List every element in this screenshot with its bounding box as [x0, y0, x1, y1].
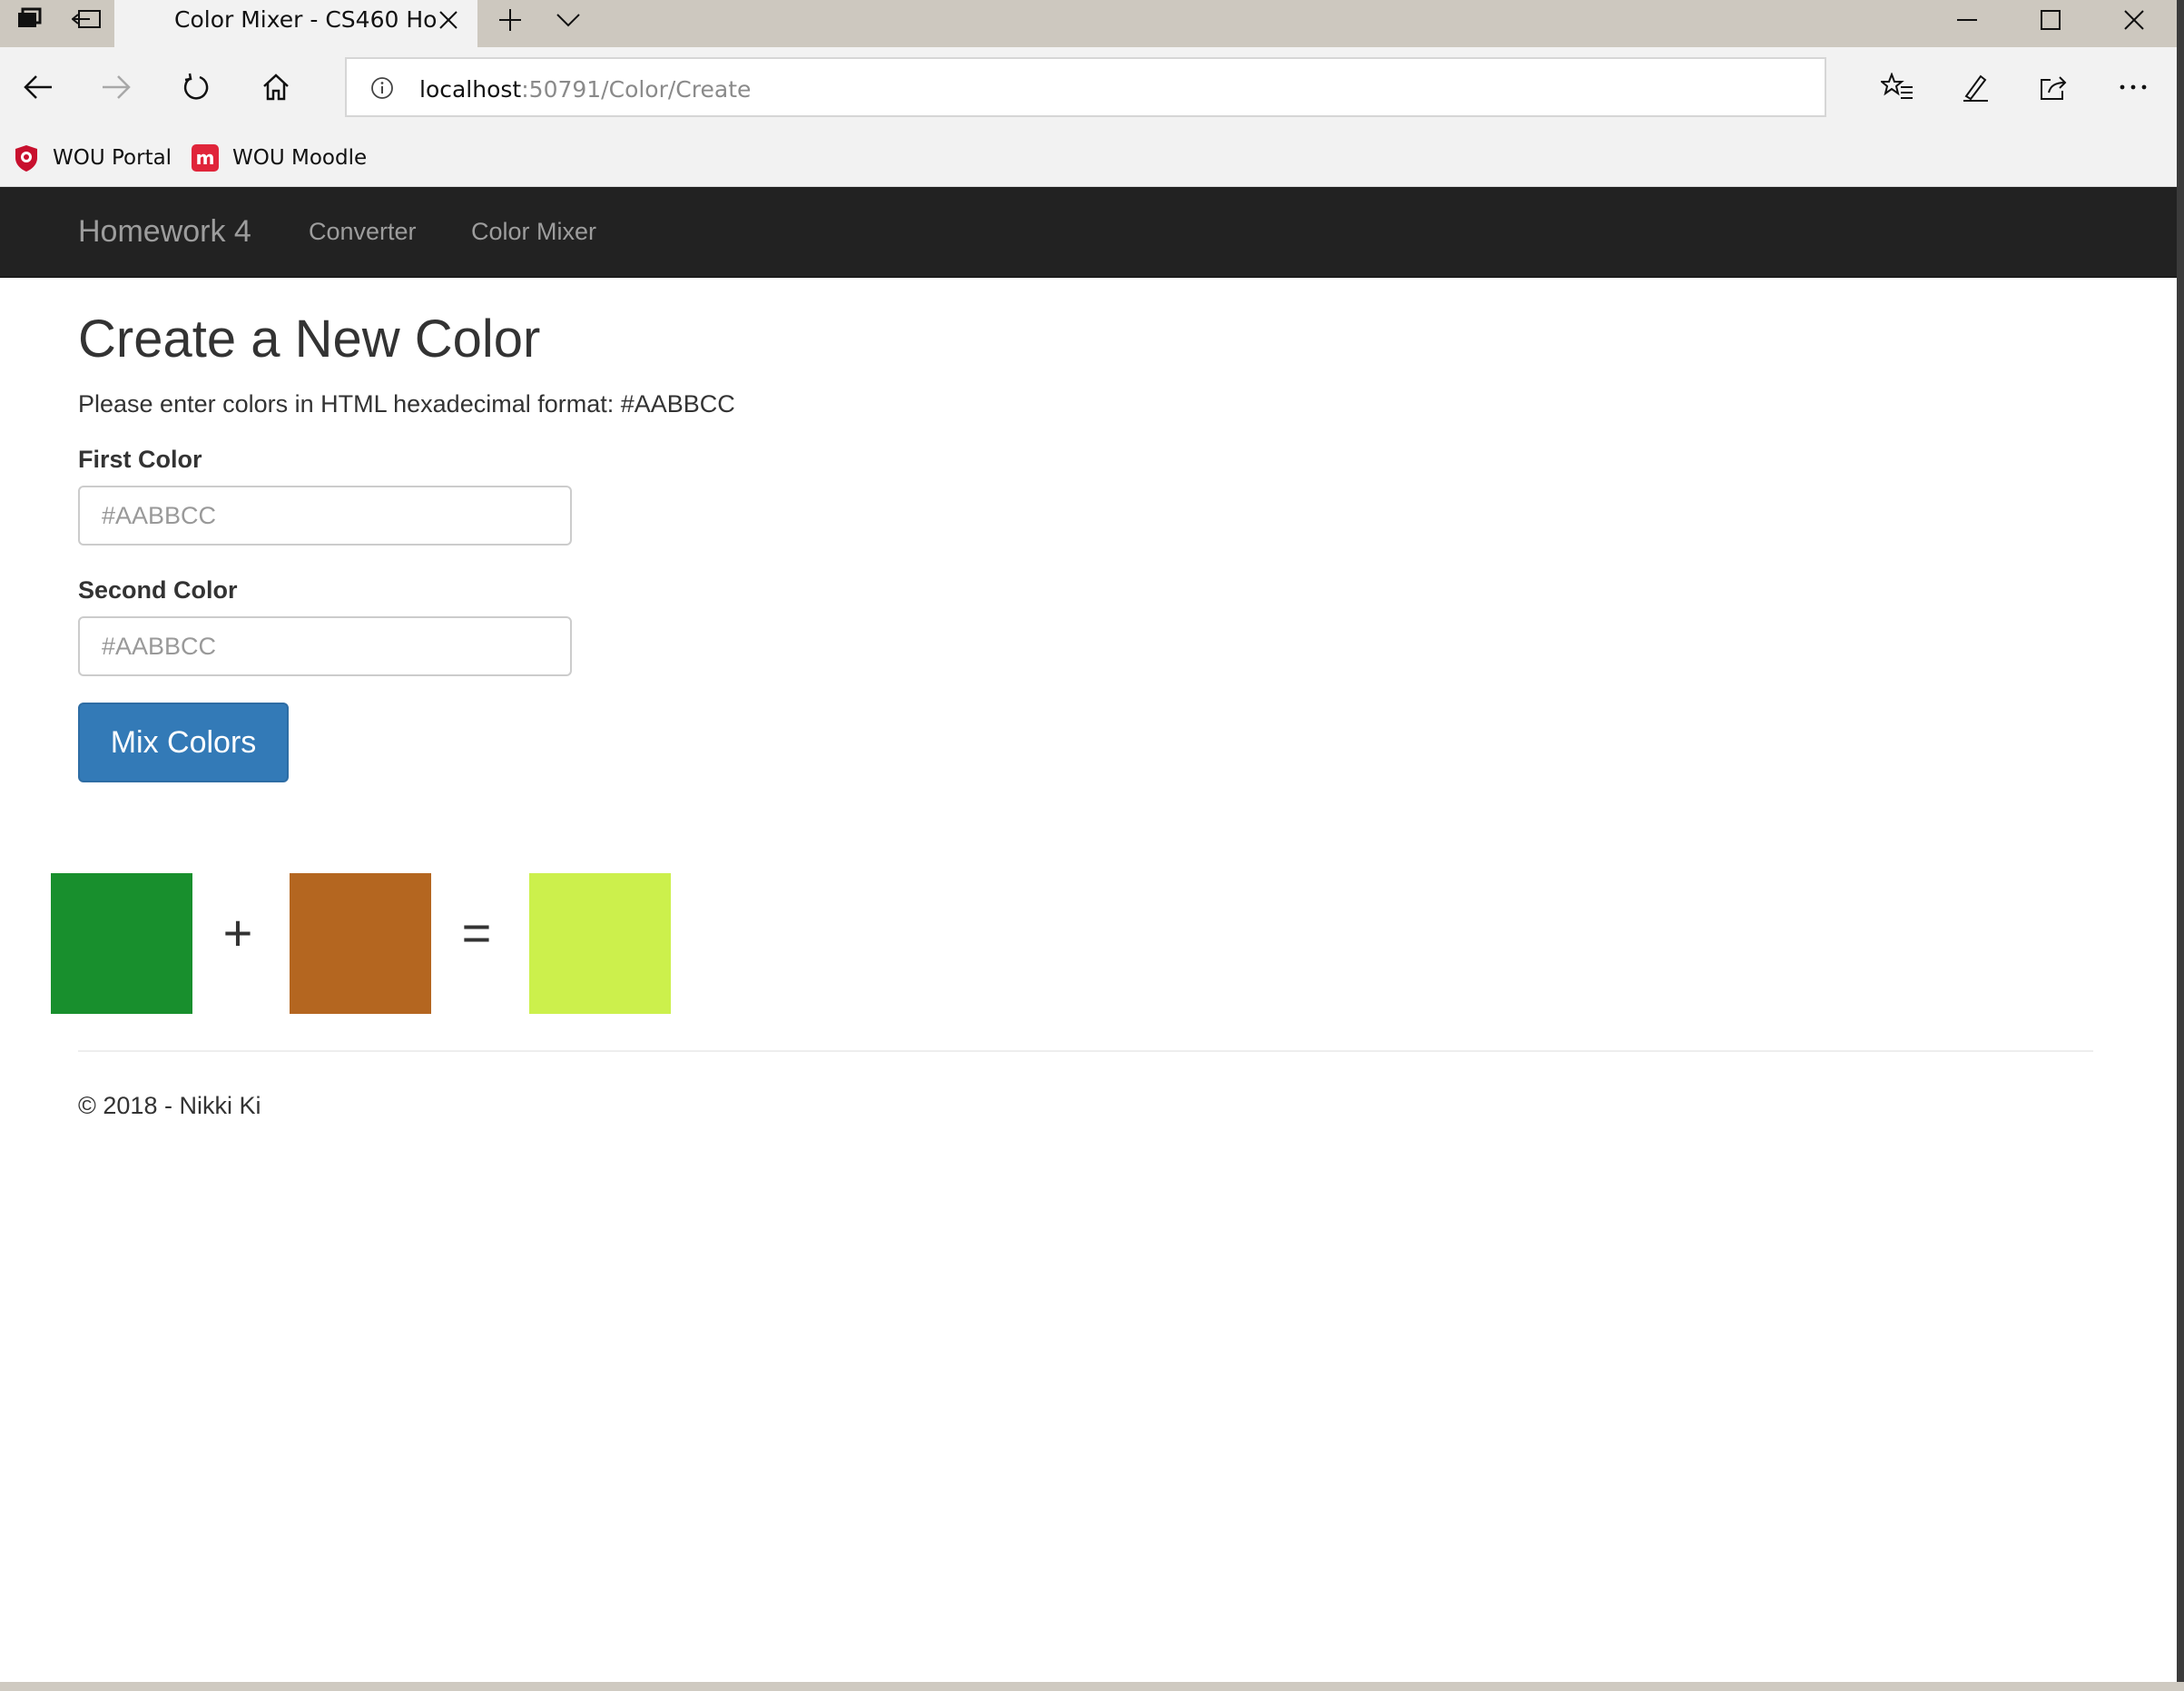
navbar-brand[interactable]: Homework 4 — [78, 214, 251, 250]
divider — [78, 1050, 2093, 1052]
footer-text: © 2018 - Nikki Ki — [78, 1092, 261, 1119]
window-edge-bottom — [0, 1682, 2184, 1691]
window-edge-right — [2177, 0, 2184, 1691]
plus-sign: + — [222, 904, 253, 961]
first-color-swatch — [51, 873, 192, 1014]
url-path: :50791/Color/Create — [521, 76, 752, 103]
svg-text:m: m — [196, 147, 215, 169]
more-icon[interactable] — [2108, 62, 2159, 113]
result-color-swatch — [529, 873, 671, 1014]
favorite-wou-moodle[interactable]: m WOU Moodle — [191, 142, 367, 174]
back-icon[interactable] — [13, 62, 64, 113]
favorites-icon[interactable] — [1872, 62, 1923, 113]
refresh-icon[interactable] — [171, 62, 221, 113]
url-text: localhost:50791/Color/Create — [419, 76, 751, 103]
favorite-label: WOU Portal — [53, 146, 172, 170]
tab-strip: Color Mixer - CS460 Ho — [0, 0, 2177, 47]
first-color-input[interactable] — [78, 486, 572, 546]
maximize-icon[interactable] — [2010, 0, 2091, 40]
minimize-icon[interactable] — [1926, 0, 2008, 40]
tab-manager-icon[interactable] — [5, 0, 53, 40]
browser-toolbar: localhost:50791/Color/Create — [0, 47, 2177, 129]
share-icon[interactable] — [2028, 62, 2079, 113]
second-color-input[interactable] — [78, 616, 572, 676]
set-aside-tabs-icon[interactable] — [64, 0, 111, 40]
favorites-bar: WOU Portal m WOU Moodle — [0, 129, 2177, 187]
favorite-label: WOU Moodle — [232, 146, 368, 170]
wou-portal-shield-icon — [15, 145, 37, 172]
address-bar[interactable]: localhost:50791/Color/Create — [345, 57, 1826, 117]
pen-icon[interactable] — [1950, 62, 2001, 113]
chevron-down-icon[interactable] — [545, 0, 592, 40]
nav-converter[interactable]: Converter — [309, 218, 417, 246]
close-icon[interactable] — [434, 5, 463, 34]
equals-sign: = — [461, 904, 492, 961]
site-navbar: Homework 4 Converter Color Mixer — [0, 187, 2177, 278]
forward-icon[interactable] — [91, 62, 142, 113]
url-host: localhost — [419, 76, 522, 103]
instructions: Please enter colors in HTML hexadecimal … — [78, 390, 735, 418]
second-color-swatch — [290, 873, 431, 1014]
mix-colors-button[interactable]: Mix Colors — [78, 703, 289, 782]
favorite-wou-portal[interactable]: WOU Portal — [13, 142, 172, 174]
tab-title: Color Mixer - CS460 Ho — [174, 6, 438, 33]
home-icon[interactable] — [251, 62, 301, 113]
window-close-icon[interactable] — [2093, 0, 2175, 40]
info-icon[interactable] — [370, 76, 394, 104]
moodle-icon: m — [192, 144, 219, 172]
new-tab-icon[interactable] — [487, 0, 534, 40]
second-color-label: Second Color — [78, 576, 238, 604]
nav-color-mixer[interactable]: Color Mixer — [471, 218, 596, 246]
first-color-label: First Color — [78, 446, 202, 473]
page-title: Create a New Color — [78, 310, 541, 369]
browser-window: Color Mixer - CS460 Ho localhost:50791/C… — [0, 0, 2177, 1682]
active-tab[interactable]: Color Mixer - CS460 Ho — [114, 0, 477, 47]
